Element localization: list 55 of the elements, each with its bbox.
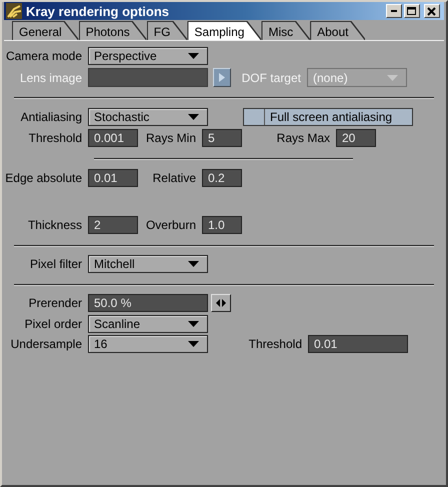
input-field[interactable]: 0.001 bbox=[88, 129, 138, 147]
field-label: DOF target bbox=[240, 70, 301, 86]
field-label: Overburn bbox=[144, 217, 196, 234]
play-icon bbox=[219, 73, 225, 82]
maximize-icon bbox=[407, 6, 417, 16]
field-label: Threshold bbox=[28, 130, 82, 147]
field-label: Rays Max bbox=[276, 130, 330, 147]
window-title: Kray rendering options bbox=[26, 4, 170, 18]
close-button[interactable] bbox=[424, 4, 440, 18]
slider-button[interactable] bbox=[211, 294, 231, 312]
input-field[interactable]: 1.0 bbox=[202, 216, 242, 234]
toggle-button[interactable]: Full screen antialiasing bbox=[243, 108, 413, 126]
input-field[interactable]: 0.01 bbox=[88, 169, 138, 187]
tab[interactable]: About bbox=[311, 22, 364, 40]
dropdown[interactable]: 16 bbox=[88, 335, 208, 353]
input-field[interactable]: 0.01 bbox=[308, 335, 408, 353]
dropdown[interactable]: Mitchell bbox=[88, 255, 208, 273]
input-field[interactable]: 50.0 % bbox=[88, 294, 208, 312]
field-label: Lens image bbox=[18, 70, 82, 86]
input-field[interactable]: 2 bbox=[88, 216, 138, 234]
field-label: Undersample bbox=[10, 336, 82, 353]
arrow-button[interactable] bbox=[213, 68, 231, 87]
minimize-button[interactable] bbox=[386, 4, 402, 18]
tab[interactable]: General bbox=[13, 22, 78, 40]
tab[interactable]: Misc bbox=[262, 22, 310, 40]
caret-icon bbox=[188, 341, 199, 347]
tab[interactable]: FG bbox=[148, 22, 186, 40]
field-label: Pixel filter bbox=[28, 256, 82, 273]
left-right-arrows-icon bbox=[216, 299, 226, 307]
field-label: Relative bbox=[152, 170, 196, 187]
close-icon bbox=[427, 6, 437, 16]
tab[interactable]: Photons bbox=[80, 22, 146, 40]
app-logo-icon bbox=[6, 3, 22, 19]
caret-icon bbox=[188, 321, 199, 327]
dropdown[interactable]: Perspective bbox=[88, 47, 208, 65]
input-field[interactable]: 0.2 bbox=[202, 169, 242, 187]
dropdown[interactable]: Scanline bbox=[88, 315, 208, 333]
maximize-button[interactable] bbox=[404, 4, 420, 18]
minimize-icon bbox=[391, 10, 397, 12]
field-label: Camera mode bbox=[4, 48, 82, 65]
caret-icon bbox=[188, 53, 199, 59]
field-label: Threshold bbox=[248, 336, 302, 353]
caret-icon bbox=[188, 261, 199, 267]
field-label: Antialiasing bbox=[20, 109, 82, 126]
input-field[interactable]: 5 bbox=[202, 129, 242, 147]
input-field[interactable]: 20 bbox=[336, 129, 376, 147]
field-label: Edge absolute bbox=[4, 170, 82, 187]
field-label: Pixel order bbox=[24, 316, 82, 333]
tab[interactable]: Sampling bbox=[188, 22, 260, 40]
caret-icon bbox=[387, 74, 398, 80]
field-label: Prerender bbox=[28, 295, 82, 312]
field-label: Rays Min bbox=[144, 130, 196, 147]
field-label: Thickness bbox=[26, 217, 82, 234]
dropdown[interactable]: Stochastic bbox=[88, 108, 208, 126]
caret-icon bbox=[188, 114, 199, 120]
